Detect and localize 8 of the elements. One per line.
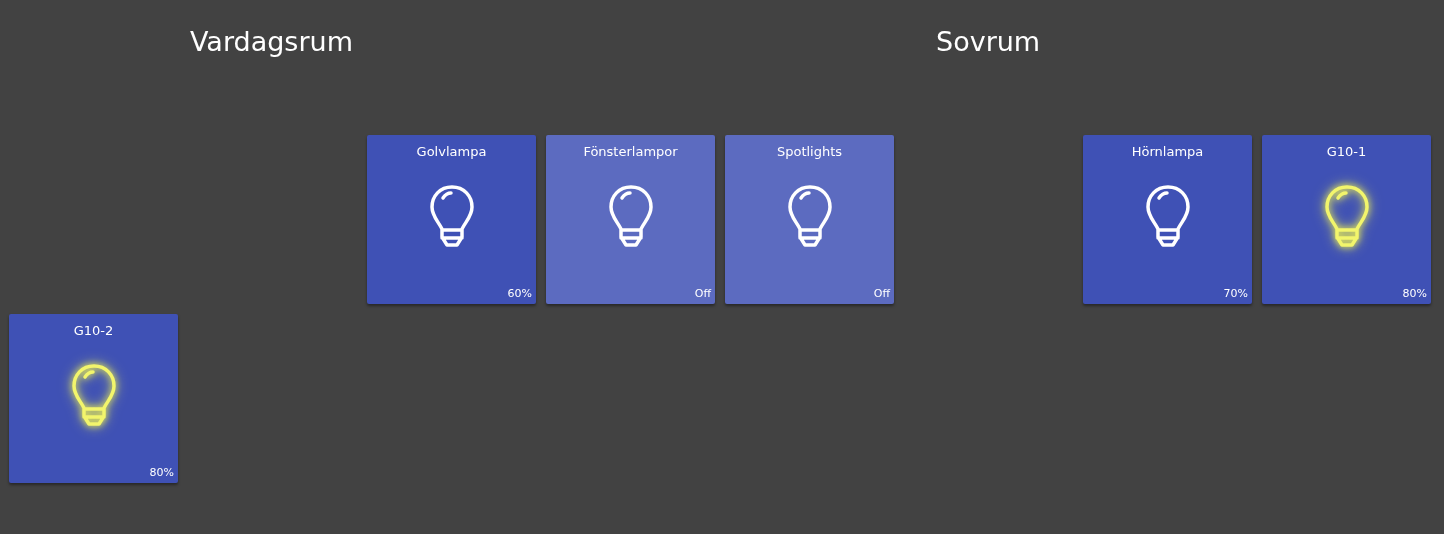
light-tile[interactable]: Fönsterlampor Off	[546, 135, 715, 304]
light-tile[interactable]: Spotlights Off	[725, 135, 894, 304]
room-heading: Vardagsrum	[189, 26, 354, 57]
light-tile[interactable]: G10-1 80%	[1262, 135, 1431, 304]
light-tile[interactable]: Hörnlampa 70%	[1083, 135, 1252, 304]
light-tile[interactable]: G10-2 80%	[9, 314, 178, 483]
light-tile[interactable]: Golvlampa 60%	[367, 135, 536, 304]
room-heading: Sovrum	[935, 26, 1042, 57]
